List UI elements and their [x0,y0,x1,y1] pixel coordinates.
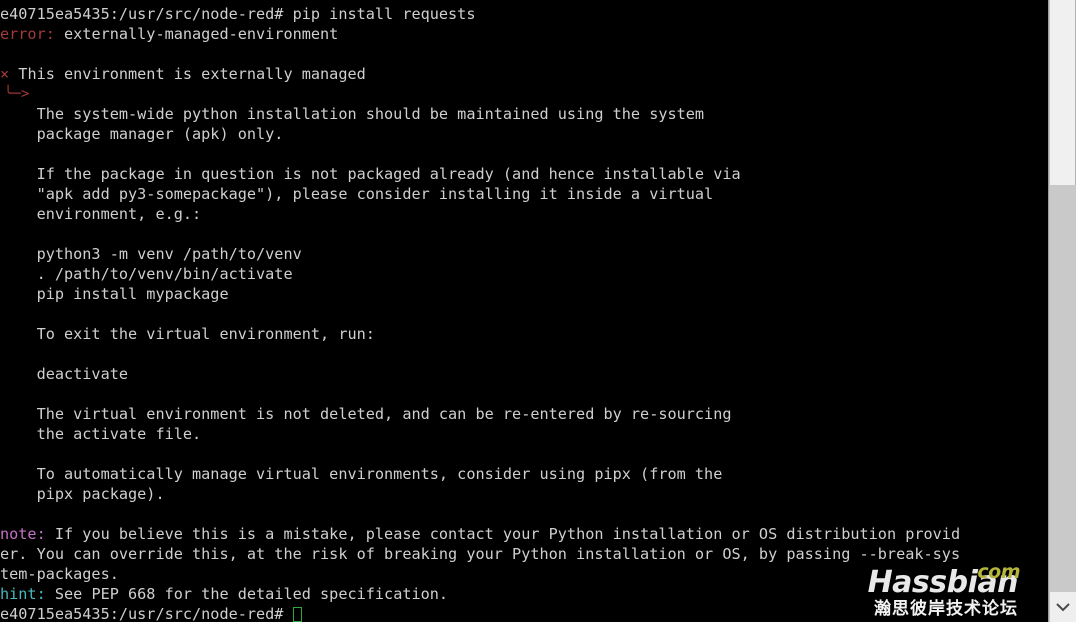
body-8-text: the activate file. [0,425,202,443]
arrow-marker-icon: ╰─> [4,86,30,102]
cmd-2-text: . /path/to/venv/bin/activate [0,265,293,283]
note-3-text: tem-packages. [0,565,119,583]
final-prompt-text: e40715ea5435:/usr/src/node-red# [0,605,284,622]
cursor-text-gap [283,605,292,622]
terminal-line-body-3: If the package in question is not packag… [0,164,1048,184]
error-headline-text: externally-managed-environment [54,25,339,43]
error-label: error: [0,25,55,43]
cmd-4-text: deactivate [0,365,129,383]
body-3-text: If the package in question is not packag… [0,165,741,183]
scrollbar-thumb[interactable] [1050,0,1076,185]
hint-label: hint: [0,585,46,603]
terminal-line-cmd-4: deactivate [0,364,1048,384]
terminal-output[interactable]: e40715ea5435:/usr/src/node-red# pip inst… [0,0,1048,622]
body-10-text: pipx package). [0,485,165,503]
hint-1-text [46,585,55,603]
vertical-scrollbar[interactable] [1048,0,1076,622]
bullet-headline-text: This environment is externally managed [9,65,366,83]
terminal-line-error-headline: error: externally-managed-environment [0,24,1048,44]
terminal-line-note-2: er. You can override this, at the risk o… [0,544,1048,564]
terminal-line-body-5: environment, e.g.: [0,204,1048,224]
terminal-line-body-8: the activate file. [0,424,1048,444]
terminal-line-body-10: pipx package). [0,484,1048,504]
text-cursor [292,607,302,622]
terminal-line-cmd-3: pip install mypackage [0,284,1048,304]
terminal-window: e40715ea5435:/usr/src/node-red# pip inst… [0,0,1076,622]
prompt-command-text: e40715ea5435:/usr/src/node-red# pip inst… [0,5,476,23]
body-9-text: To automatically manage virtual environm… [0,465,723,483]
note-1-text [46,525,55,543]
cmd-3-text: pip install mypackage [0,285,229,303]
chevron-down-icon [1056,603,1070,612]
terminal-line-note-1: note: If you believe this is a mistake, … [0,524,1048,544]
terminal-line-arrow-marker: ╰─> [0,84,1048,104]
body-1-text: The system-wide python installation shou… [0,105,705,123]
terminal-line-note-3: tem-packages. [0,564,1048,584]
terminal-line-body-1: The system-wide python installation shou… [0,104,1048,124]
terminal-line-body-7: The virtual environment is not deleted, … [0,404,1048,424]
terminal-line-prompt-command: e40715ea5435:/usr/src/node-red# pip inst… [0,4,1048,24]
terminal-line-body-2: package manager (apk) only. [0,124,1048,144]
terminal-line-cmd-2: . /path/to/venv/bin/activate [0,264,1048,284]
note-1-body: If you believe this is a mistake, please… [54,525,961,543]
body-2-text: package manager (apk) only. [0,125,284,143]
terminal-line-hint-1: hint: See PEP 668 for the detailed speci… [0,584,1048,604]
scrollbar-down-button[interactable] [1050,592,1076,622]
body-6-text: To exit the virtual environment, run: [0,325,375,343]
cmd-1-text: python3 -m venv /path/to/venv [0,245,302,263]
note-2-text: er. You can override this, at the risk o… [0,545,961,563]
terminal-line-bullet-headline: × This environment is externally managed [0,64,1048,84]
note-label: note: [0,525,46,543]
hint-1-body: See PEP 668 for the detailed specificati… [54,585,449,603]
body-4-text: "apk add py3-somepackage"), please consi… [0,185,714,203]
error-bullet-icon: × [0,65,10,83]
body-7-text: The virtual environment is not deleted, … [0,405,732,423]
terminal-line-cmd-1: python3 -m venv /path/to/venv [0,244,1048,264]
terminal-line-body-9: To automatically manage virtual environm… [0,464,1048,484]
terminal-line-body-6: To exit the virtual environment, run: [0,324,1048,344]
scrollbar-track[interactable] [1050,185,1076,592]
terminal-line-final-prompt[interactable]: e40715ea5435:/usr/src/node-red# [0,604,1048,622]
body-5-text: environment, e.g.: [0,205,202,223]
terminal-line-body-4: "apk add py3-somepackage"), please consi… [0,184,1048,204]
